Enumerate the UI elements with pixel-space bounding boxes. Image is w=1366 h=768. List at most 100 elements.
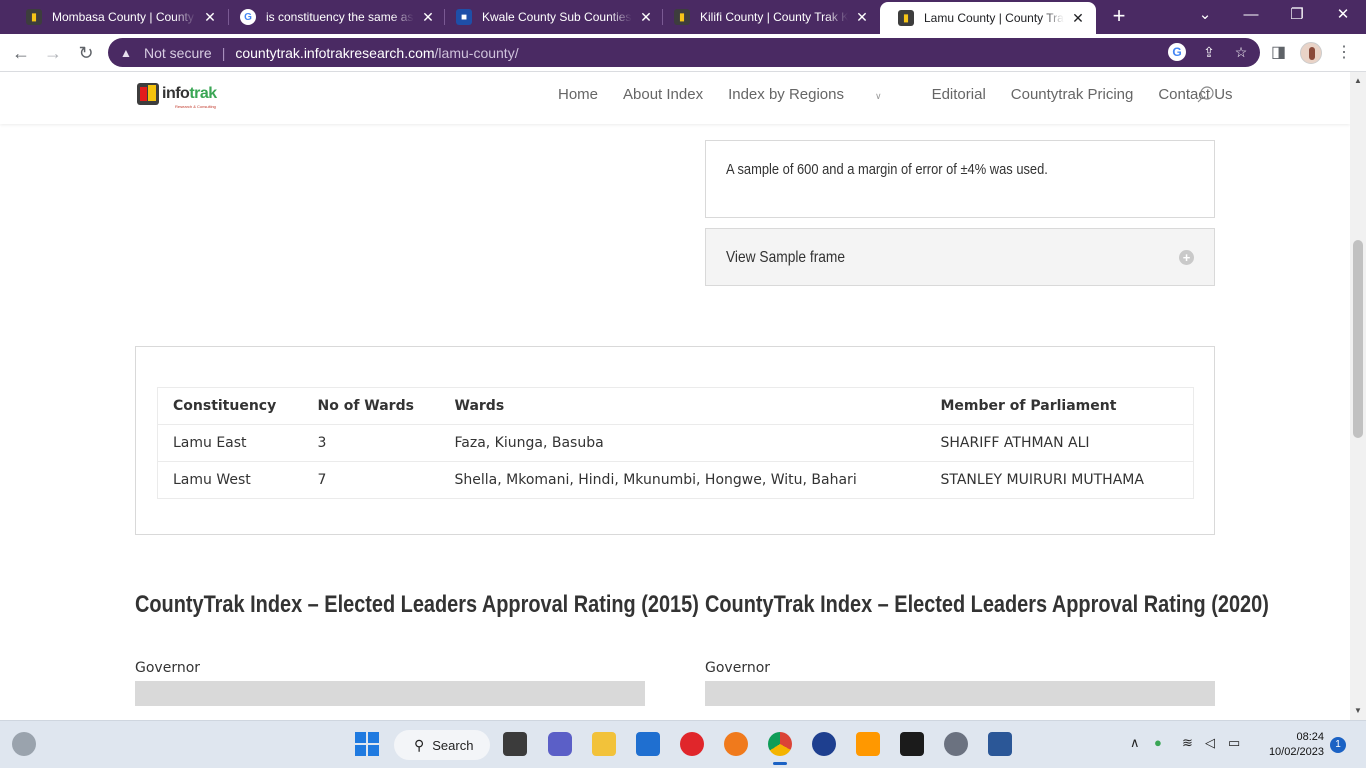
table-cell: STANLEY MUIRURI MUTHAMA <box>925 461 1194 499</box>
table-cell: Faza, Kiunga, Basuba <box>439 424 926 462</box>
word-icon[interactable] <box>988 732 1012 756</box>
taskbar-search[interactable]: ⚲ Search <box>394 730 490 760</box>
bookmark-star-icon[interactable]: ☆ <box>1232 43 1250 61</box>
wifi-icon[interactable]: ≋ <box>1182 735 1193 751</box>
column-header: Member of Parliament <box>925 387 1194 425</box>
clock-time: 08:24 <box>1296 731 1324 743</box>
browser-tab[interactable]: ▮ Kilifi County | County Trak Ke ✕ <box>656 0 880 34</box>
active-app-indicator <box>773 762 787 765</box>
weather-widget-icon[interactable] <box>12 732 36 756</box>
nav-home[interactable]: Home <box>558 86 598 103</box>
share-icon[interactable]: ⇪ <box>1200 43 1218 61</box>
nav-countytrak-pricing[interactable]: Countytrak Pricing <box>1011 86 1134 103</box>
google-lens-icon[interactable]: G <box>1168 43 1186 61</box>
site-header: infotrak Research & Consulting Home Abou… <box>0 72 1350 124</box>
windows-taskbar: ⚲ Search ∧ ● ≋ ◁ ▭ 08:24 10/02/2023 1 <box>0 720 1366 768</box>
plus-circle-icon[interactable]: + <box>1179 250 1194 265</box>
scroll-up-arrow-icon[interactable]: ▲ <box>1354 76 1362 85</box>
reload-icon[interactable]: ↻ <box>73 40 99 66</box>
sublime-text-icon[interactable] <box>856 732 880 756</box>
new-tab-icon[interactable]: + <box>1108 5 1130 27</box>
page-favicon-icon: ■ <box>456 9 472 25</box>
sample-frame-toggle[interactable]: View Sample frame + <box>705 228 1215 286</box>
tab-title: Mombasa County | County Tr <box>52 10 196 24</box>
governor-rating-bar-2020 <box>705 681 1215 706</box>
clock[interactable]: 08:24 10/02/2023 <box>1262 730 1324 760</box>
volume-icon[interactable]: ◁ <box>1205 735 1215 751</box>
opera-icon[interactable] <box>680 732 704 756</box>
menu-dots-icon[interactable]: ⋮ <box>1336 42 1352 62</box>
page-scrollbar[interactable]: ▲ ▼ <box>1350 72 1366 720</box>
close-tab-icon[interactable]: ✕ <box>854 9 870 26</box>
rating-2015-title: CountyTrak Index – Elected Leaders Appro… <box>135 591 699 618</box>
minimize-icon[interactable]: — <box>1228 0 1274 30</box>
back-arrow-icon[interactable]: ← <box>8 40 34 66</box>
browser-tab[interactable]: ■ Kwale County Sub Counties ✕ <box>438 0 664 34</box>
nav-about-index[interactable]: About Index <box>623 86 703 103</box>
search-icon[interactable] <box>1197 86 1215 104</box>
close-tab-icon[interactable]: ✕ <box>1070 10 1086 27</box>
restore-icon[interactable]: ❐ <box>1274 0 1320 30</box>
nav-editorial[interactable]: Editorial <box>932 86 986 103</box>
url-host[interactable]: countytrak.infotrakresearch.com <box>235 45 434 61</box>
table-cell: Shella, Mkomani, Hindi, Mkunumbi, Hongwe… <box>439 461 926 499</box>
close-window-icon[interactable]: ✕ <box>1320 0 1366 30</box>
browser-tab[interactable]: G is constituency the same as s ✕ <box>222 0 446 34</box>
tab-strip: ▮ Mombasa County | County Tr ✕ G is cons… <box>0 0 1366 34</box>
profile-avatar[interactable] <box>1300 42 1322 64</box>
scroll-down-arrow-icon[interactable]: ▼ <box>1354 706 1362 715</box>
task-view-icon[interactable] <box>503 732 527 756</box>
table-header-row: Constituency No of Wards Wards Member of… <box>157 387 1194 425</box>
logo-tagline: Research & Consulting <box>175 104 216 109</box>
settings-gear-icon[interactable] <box>944 732 968 756</box>
page-viewport: infotrak Research & Consulting Home Abou… <box>0 72 1350 720</box>
scrollbar-thumb[interactable] <box>1353 240 1363 438</box>
sample-info-box: A sample of 600 and a margin of error of… <box>705 140 1215 218</box>
close-tab-icon[interactable]: ✕ <box>420 9 436 26</box>
sample-text: A sample of 600 and a margin of error of… <box>726 161 1048 178</box>
toggle-label: View Sample frame <box>726 249 846 266</box>
browser-toolbar: ← → ↻ ▲ Not secure | countytrak.infotrak… <box>0 34 1366 72</box>
app-icon[interactable] <box>812 732 836 756</box>
microsoft-store-icon[interactable] <box>636 732 660 756</box>
browser-tab[interactable]: ▮ Mombasa County | County Tr ✕ <box>8 0 228 34</box>
nav-index-by-regions[interactable]: Index by Regions ∨ <box>728 86 907 103</box>
infotrak-favicon-icon: ▮ <box>26 9 42 25</box>
notification-badge[interactable]: 1 <box>1330 737 1346 753</box>
tab-title: Lamu County | County Trak K <box>924 11 1064 25</box>
table-row: Lamu East 3 Faza, Kiunga, Basuba SHARIFF… <box>157 424 1194 462</box>
table-cell: Lamu West <box>157 461 303 499</box>
windows-start-icon[interactable] <box>355 732 379 756</box>
tray-chevron-up-icon[interactable]: ∧ <box>1130 735 1140 751</box>
address-bar[interactable]: ▲ Not secure | countytrak.infotrakresear… <box>108 38 1260 67</box>
teams-chat-icon[interactable] <box>548 732 572 756</box>
url-path[interactable]: /lamu-county/ <box>435 45 519 61</box>
tab-title: Kwale County Sub Counties <box>482 10 632 24</box>
close-tab-icon[interactable]: ✕ <box>202 9 218 26</box>
clock-date: 10/02/2023 <box>1268 746 1324 758</box>
infotrak-logo[interactable]: infotrak Research & Consulting <box>137 83 217 109</box>
main-navigation: Home About Index Index by Regions ∨ Edito… <box>558 86 1258 103</box>
search-icon: ⚲ <box>414 736 425 753</box>
file-explorer-icon[interactable] <box>592 732 616 756</box>
terminal-icon[interactable] <box>900 732 924 756</box>
tray-app-icon[interactable]: ● <box>1154 735 1162 750</box>
warning-triangle-icon[interactable]: ▲ <box>120 46 136 60</box>
chevron-down-icon: ∨ <box>874 91 882 101</box>
close-tab-icon[interactable]: ✕ <box>638 9 654 26</box>
column-header: Wards <box>439 387 926 425</box>
battery-icon[interactable]: ▭ <box>1228 735 1240 751</box>
browser-tab-active[interactable]: ▮ Lamu County | County Trak K ✕ <box>880 2 1096 34</box>
tab-search-chevron-icon[interactable]: ⌄ <box>1182 0 1228 30</box>
logo-text: infotrak <box>162 85 217 102</box>
firefox-icon[interactable] <box>724 732 748 756</box>
rating-2020-title: CountyTrak Index – Elected Leaders Appro… <box>705 591 1269 618</box>
url-divider: | <box>221 44 226 61</box>
chrome-icon[interactable] <box>768 732 792 756</box>
nav-contact-us[interactable]: Contact Us <box>1158 86 1232 103</box>
forward-arrow-icon[interactable]: → <box>40 40 66 66</box>
governor-label-2015: Governor <box>135 660 201 676</box>
side-panel-icon[interactable]: ◨ <box>1271 42 1286 62</box>
table-cell: 3 <box>302 424 440 462</box>
security-label[interactable]: Not secure <box>144 45 212 61</box>
